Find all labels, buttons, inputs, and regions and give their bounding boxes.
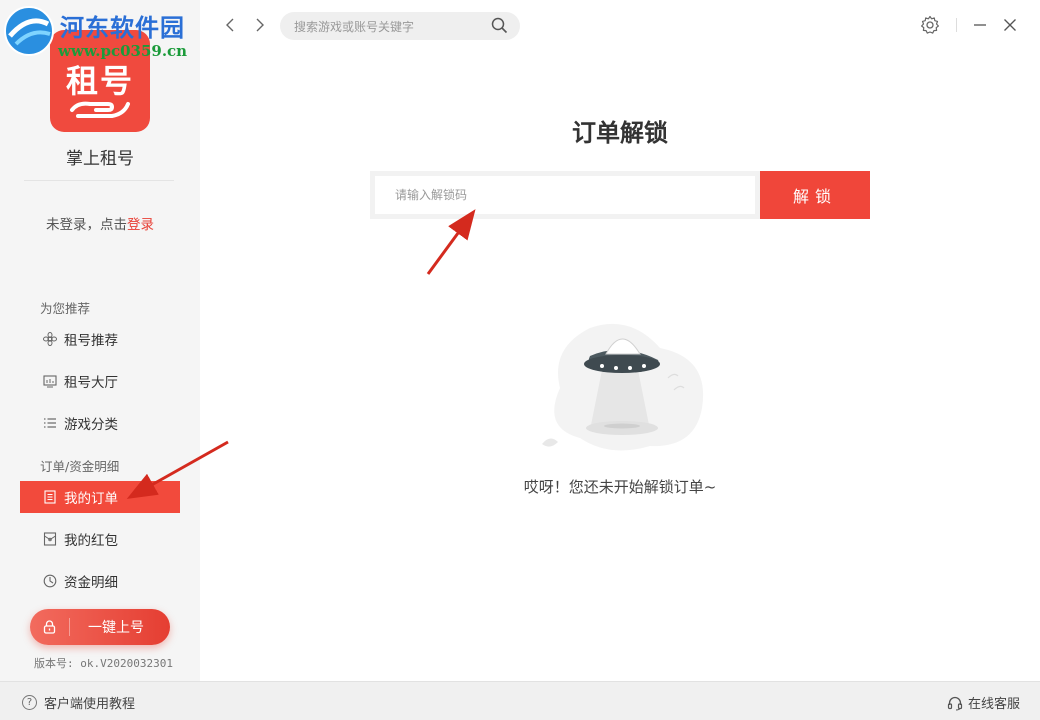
unlock-button[interactable]: 解锁 <box>760 171 870 219</box>
search-input[interactable]: 搜索游戏或账号关键字 <box>280 12 520 40</box>
login-status: 未登录，点击登录 <box>0 213 200 233</box>
top-bar: 搜索游戏或账号关键字 <box>200 0 1040 50</box>
lock-icon <box>30 618 70 636</box>
sidebar: 租号 掌上租号 未登录，点击登录 为您推荐 租号推荐 租号大厅 游戏分类 订单/… <box>0 0 200 681</box>
ufo-icon <box>542 323 704 451</box>
divider <box>24 180 174 181</box>
support-label: 在线客服 <box>967 697 1020 712</box>
watermark-title: 河东软件园 <box>60 13 185 42</box>
one-click-login-button[interactable]: 一键上号 <box>30 609 170 645</box>
envelope-icon <box>42 531 58 547</box>
unlock-code-input[interactable] <box>375 176 755 214</box>
login-link[interactable]: 登录 <box>127 217 154 233</box>
sidebar-item-label: 租号推荐 <box>64 333 118 349</box>
sidebar-item-my-orders[interactable]: 我的订单 <box>20 481 180 513</box>
sidebar-item-label: 资金明细 <box>64 575 118 591</box>
monitor-icon <box>42 373 58 389</box>
login-prefix: 未登录，点击 <box>46 217 127 233</box>
online-support-link[interactable]: 在线客服 <box>947 693 1020 712</box>
tutorial-link[interactable]: ? 客户端使用教程 <box>22 693 135 712</box>
clock-icon <box>42 573 58 589</box>
forward-button[interactable] <box>250 14 270 36</box>
gear-icon <box>921 15 939 34</box>
version-label: 版本号: ok.V2020032301 <box>34 657 173 670</box>
document-icon <box>42 489 58 505</box>
watermark: 河东软件园 www.pc0359.cn <box>0 2 200 66</box>
app-name: 掌上租号 <box>66 149 134 169</box>
empty-state-illustration <box>540 318 710 462</box>
watermark-url: www.pc0359.cn <box>58 42 188 60</box>
sidebar-item-recommend[interactable]: 租号推荐 <box>20 323 180 355</box>
sidebar-item-label: 游戏分类 <box>64 417 118 433</box>
section-orders: 订单/资金明细 <box>40 459 120 474</box>
minimize-icon <box>974 24 986 26</box>
sidebar-item-categories[interactable]: 游戏分类 <box>20 407 180 439</box>
chevron-right-icon <box>256 18 264 32</box>
back-button[interactable] <box>220 14 240 36</box>
sidebar-item-funds[interactable]: 资金明细 <box>20 565 180 597</box>
section-recommend: 为您推荐 <box>40 301 91 316</box>
chevron-left-icon <box>226 18 234 32</box>
flower-icon <box>42 331 58 347</box>
unlock-code-box <box>370 171 760 219</box>
close-button[interactable] <box>999 14 1021 36</box>
tutorial-label: 客户端使用教程 <box>44 697 136 712</box>
one-click-login-label: 一键上号 <box>88 620 144 636</box>
window-controls-divider <box>956 18 957 32</box>
close-icon <box>1004 19 1016 31</box>
list-icon <box>42 415 58 431</box>
sidebar-item-red-packets[interactable]: 我的红包 <box>20 523 180 555</box>
sidebar-item-label: 租号大厅 <box>64 375 118 391</box>
search-placeholder: 搜索游戏或账号关键字 <box>294 20 415 34</box>
minimize-button[interactable] <box>969 14 991 36</box>
settings-button[interactable] <box>919 14 941 36</box>
sidebar-item-label: 我的订单 <box>64 491 118 507</box>
headset-icon <box>947 696 963 711</box>
watermark-logo-icon <box>4 6 54 56</box>
page-title: 订单解锁 <box>572 119 668 147</box>
bottom-bar: ? 客户端使用教程 在线客服 <box>0 681 1040 720</box>
sidebar-item-hall[interactable]: 租号大厅 <box>20 365 180 397</box>
empty-state-text: 哎呀！您还未开始解锁订单~ <box>523 478 717 496</box>
hand-icon <box>70 101 130 118</box>
question-icon: ? <box>22 695 37 710</box>
search-icon[interactable] <box>491 17 508 38</box>
sidebar-item-label: 我的红包 <box>64 533 118 549</box>
arrow-to-input <box>426 209 476 275</box>
